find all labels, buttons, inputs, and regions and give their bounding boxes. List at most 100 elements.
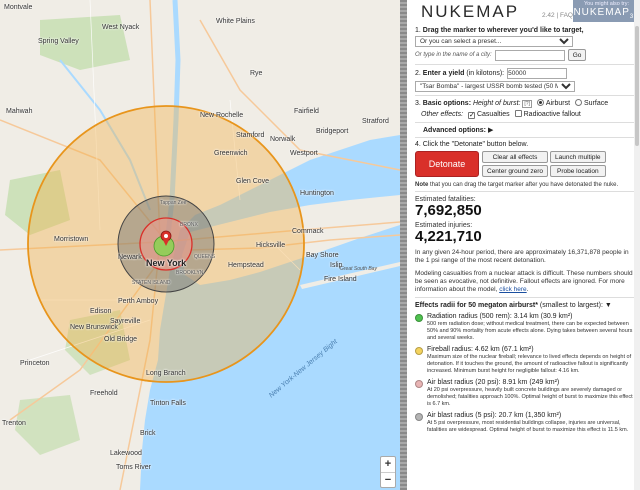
faq-link[interactable]: FAQ bbox=[560, 12, 573, 19]
radius-item: Air blast radius (20 psi): 8.91 km (249 … bbox=[415, 379, 634, 408]
help-icon[interactable]: [?] bbox=[522, 100, 532, 108]
surface-label: Surface bbox=[584, 100, 609, 107]
step-4: 4. Click the "Detonate" button below. De… bbox=[415, 141, 640, 188]
preset-select[interactable]: Or you can select a preset... bbox=[415, 36, 573, 47]
nukemap-logo: NUKEMAP bbox=[421, 2, 520, 21]
zoom-in-button[interactable]: + bbox=[381, 457, 395, 472]
panel-scrollbar[interactable] bbox=[634, 0, 640, 490]
radius-legend-dot-icon bbox=[415, 347, 423, 355]
radius-title: Fireball radius: 4.62 km (67.1 km²) bbox=[427, 346, 534, 353]
map-label: Hicksville bbox=[256, 242, 286, 249]
control-panel: NUKEMAP 2.42 | FAQ You might also try: N… bbox=[407, 0, 640, 490]
clear-effects-button[interactable]: Clear all effects bbox=[482, 151, 549, 163]
yield-input[interactable] bbox=[507, 68, 568, 79]
radius-item: Air blast radius (5 psi): 20.7 km (1,350… bbox=[415, 412, 634, 434]
zoom-control: + − bbox=[380, 456, 396, 488]
radius-legend-dot-icon bbox=[415, 413, 423, 421]
map-label: Great South Bay bbox=[340, 266, 377, 272]
step-2-num: 2. bbox=[415, 70, 421, 77]
divider-line bbox=[415, 191, 634, 192]
map-label: New Rochelle bbox=[200, 112, 244, 119]
radius-item: Radiation radius (500 rem): 3.14 km (30.… bbox=[415, 313, 634, 342]
advanced-options-toggle[interactable]: Advanced options: ▶ bbox=[415, 126, 640, 134]
map-label: QUEENS bbox=[194, 254, 216, 260]
map-label: Norwalk bbox=[270, 136, 296, 143]
nukemap3d-link[interactable]: You might also try: NUKEMAP3D bbox=[573, 0, 640, 22]
radius-title: Air blast radius (20 psi): 8.91 km (249 … bbox=[427, 379, 560, 386]
map-label: West Nyack bbox=[102, 24, 140, 31]
map-label: Tinton Falls bbox=[150, 400, 186, 407]
nukemap3d-name: NUKEMAP3D bbox=[573, 7, 640, 23]
zoom-out-button[interactable]: − bbox=[381, 472, 395, 487]
step-2-title: 2. Enter a yield (in kilotons): bbox=[415, 70, 504, 77]
map-label: Westport bbox=[290, 150, 318, 157]
surface-radio[interactable] bbox=[575, 99, 582, 106]
map-view[interactable]: Montvale West Nyack Spring Valley White … bbox=[0, 0, 400, 490]
injuries-value: 4,221,710 bbox=[415, 228, 482, 245]
map-label: Commack bbox=[292, 228, 324, 235]
height-row: 3. Basic options: Height of burst: [?] A… bbox=[415, 99, 634, 108]
scroll-thumb[interactable] bbox=[635, 26, 639, 146]
launch-multiple-button[interactable]: Launch multiple bbox=[550, 151, 606, 163]
radius-description: 500 rem radiation dose; without medical … bbox=[427, 321, 633, 341]
map-label: Brick bbox=[140, 430, 156, 437]
step-1-num: 1. bbox=[415, 27, 421, 34]
radius-body: Fireball radius: 4.62 km (67.1 km²) Maxim… bbox=[427, 346, 634, 375]
map-label: Edison bbox=[90, 308, 112, 315]
divider-line bbox=[415, 297, 634, 298]
model-note-end: . bbox=[526, 286, 529, 293]
radius-body: Radiation radius (500 rem): 3.14 km (30.… bbox=[427, 313, 634, 342]
yield-row: 2. Enter a yield (in kilotons): bbox=[415, 68, 634, 79]
yield-preset-select[interactable]: "Tsar Bomba" - largest USSR bomb tested … bbox=[415, 81, 575, 92]
step-1: 1. Drag the marker to wherever you'd lik… bbox=[415, 27, 640, 61]
map-label: Stamford bbox=[236, 132, 265, 139]
map-label: Trenton bbox=[2, 420, 26, 427]
city-row: Or type in the name of a city: Go bbox=[415, 49, 634, 61]
map-label: Greenwich bbox=[214, 150, 248, 157]
map-label: Glen Cove bbox=[236, 178, 270, 185]
map-canvas[interactable] bbox=[0, 0, 400, 490]
airburst-label: Airburst bbox=[545, 100, 571, 107]
step-2: 2. Enter a yield (in kilotons): "Tsar Bo… bbox=[415, 68, 640, 92]
radii-title[interactable]: Effects radii for 50 megaton airburst* (… bbox=[415, 302, 634, 309]
fallout-label: Radioactive fallout bbox=[523, 111, 581, 118]
map-label: Sayreville bbox=[110, 318, 141, 325]
step-4-num: 4. bbox=[415, 141, 421, 148]
step-3-title: Basic options: bbox=[422, 100, 472, 107]
fallout-checkbox[interactable] bbox=[514, 110, 522, 117]
map-label: Long Branch bbox=[146, 370, 186, 377]
center-ground-zero-button[interactable]: Center ground zero bbox=[482, 165, 549, 177]
panel-divider[interactable] bbox=[400, 0, 407, 490]
map-label: Freehold bbox=[90, 390, 118, 397]
city-input[interactable] bbox=[494, 49, 565, 61]
map-label: Newark bbox=[118, 254, 142, 261]
casualties-checkbox[interactable] bbox=[467, 112, 475, 119]
header: NUKEMAP 2.42 | FAQ You might also try: N… bbox=[415, 0, 640, 24]
nukemap3d-text: NUKEMAP bbox=[573, 7, 630, 18]
step-2-title-rest: (in kilotons): bbox=[466, 70, 505, 77]
drag-note: Note that you can drag the target marker… bbox=[415, 182, 634, 188]
action-buttons: Clear all effects Launch multiple Center… bbox=[482, 151, 606, 177]
detonate-button[interactable]: Detonate bbox=[415, 151, 479, 177]
other-effects-row: Other effects: Casualties Radioactive fa… bbox=[415, 110, 634, 119]
radius-body: Air blast radius (20 psi): 8.91 km (249 … bbox=[427, 379, 634, 408]
airburst-radio[interactable] bbox=[536, 99, 544, 106]
go-button[interactable]: Go bbox=[567, 49, 587, 61]
map-label: BROOKLYN bbox=[176, 270, 204, 276]
other-effects-label: Other effects: bbox=[421, 111, 464, 118]
model-note: Modeling casualties from a nuclear attac… bbox=[415, 270, 634, 294]
step-4-title: 4. Click the "Detonate" button below. bbox=[415, 141, 634, 148]
map-label: BRONX bbox=[180, 222, 198, 228]
divider-line bbox=[415, 137, 634, 138]
step-2-title-text: Enter a yield bbox=[422, 70, 465, 77]
version-label: 2.42 | FAQ bbox=[542, 12, 573, 19]
model-info-link[interactable]: click here bbox=[499, 286, 526, 293]
casualties-label: Casualties bbox=[476, 111, 510, 118]
radius-item: Fireball radius: 4.62 km (67.1 km²) Maxim… bbox=[415, 346, 634, 375]
map-label: White Plains bbox=[216, 18, 255, 25]
map-label: Princeton bbox=[20, 360, 50, 367]
probe-location-button[interactable]: Probe location bbox=[550, 165, 606, 177]
effects-radii: Effects radii for 50 megaton airburst* (… bbox=[415, 302, 640, 434]
map-label-new-york: New York bbox=[146, 258, 187, 268]
radii-title-text: Effects radii for 50 megaton airburst* bbox=[415, 302, 538, 309]
